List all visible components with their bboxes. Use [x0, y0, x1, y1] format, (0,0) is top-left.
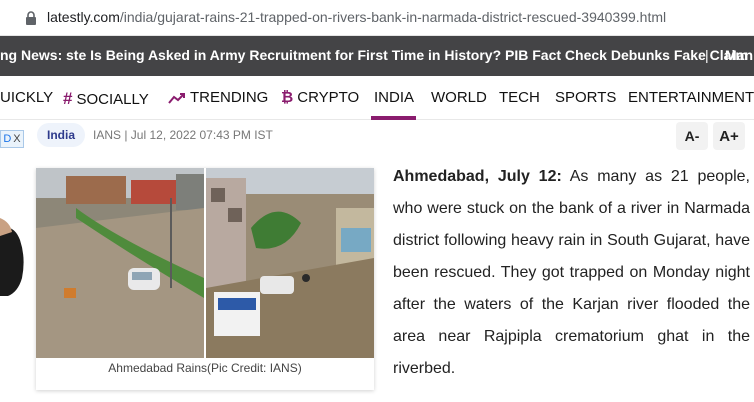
flood-photo[interactable] [36, 168, 374, 358]
nav-item-tech[interactable]: TECH [499, 89, 540, 106]
nav-item-socially[interactable]: # SOCIALLY [63, 89, 149, 109]
ad-choices-badge[interactable]: DX [0, 130, 24, 148]
active-tab-indicator [371, 116, 416, 120]
ticker-separator: | [705, 47, 709, 63]
crypto-icon: ₿ [281, 89, 294, 106]
nav-item-india[interactable]: INDIA [374, 89, 414, 106]
news-ticker: ng News: ste Is Being Asked in Army Recr… [0, 36, 754, 76]
ad-badge-label: D [3, 133, 12, 145]
ticker-headline[interactable]: ste Is Being Asked in Army Recruitment f… [66, 47, 748, 63]
ticker-label: ng News: [0, 47, 63, 63]
article-body: Ahmedabad, July 12: As many as 21 people… [393, 161, 750, 385]
nav-item-trending[interactable]: TRENDING [168, 89, 268, 106]
category-tag[interactable]: India [37, 123, 86, 147]
nav-item-sports[interactable]: SPORTS [555, 89, 616, 106]
nav-item-world[interactable]: WORLD [431, 89, 487, 106]
hashtag-icon: # [63, 89, 73, 108]
nav-item-quickly[interactable]: UICKLY [0, 89, 53, 106]
ticker-next-headline[interactable]: Man [725, 47, 753, 63]
trending-icon [168, 92, 185, 104]
ad-person-image [0, 218, 24, 296]
main-nav: UICKLY # SOCIALLY TRENDING ₿ CRYPTO INDI… [0, 76, 754, 120]
nav-item-label: TRENDING [190, 89, 269, 106]
nav-item-label: WORLD [431, 89, 487, 106]
lock-icon [26, 11, 36, 25]
url-text[interactable]: latestly.com/india/gujarat-rains-21-trap… [47, 9, 666, 25]
ad-close-icon[interactable]: X [13, 133, 20, 145]
article-dateline: Ahmedabad, July 12: [393, 168, 562, 185]
font-decrease-button[interactable]: A- [676, 122, 708, 150]
font-increase-button[interactable]: A+ [713, 122, 745, 150]
nav-item-label: SOCIALLY [76, 90, 149, 108]
address-bar[interactable]: latestly.com/india/gujarat-rains-21-trap… [0, 0, 754, 36]
nav-item-label: UICKLY [0, 89, 54, 106]
nav-item-label: INDIA [374, 89, 415, 106]
nav-item-label: SPORTS [555, 89, 617, 106]
nav-item-crypto[interactable]: ₿ CRYPTO [281, 89, 359, 106]
nav-item-label: ENTERTAINMENT [628, 89, 754, 106]
nav-item-entertainment[interactable]: ENTERTAINMENT [628, 89, 754, 106]
article-paragraph: As many as 21 people, who were stuck on … [393, 168, 750, 377]
url-host: latestly.com [47, 9, 120, 25]
nav-item-label: CRYPTO [297, 89, 360, 106]
article-figure: Ahmedabad Rains(Pic Credit: IANS) [36, 168, 374, 390]
article-byline: IANS | Jul 12, 2022 07:43 PM IST [93, 128, 273, 142]
image-caption: Ahmedabad Rains(Pic Credit: IANS) [108, 361, 302, 375]
url-path: /india/gujarat-rains-21-trapped-on-river… [119, 9, 667, 25]
nav-item-label: TECH [499, 89, 540, 106]
